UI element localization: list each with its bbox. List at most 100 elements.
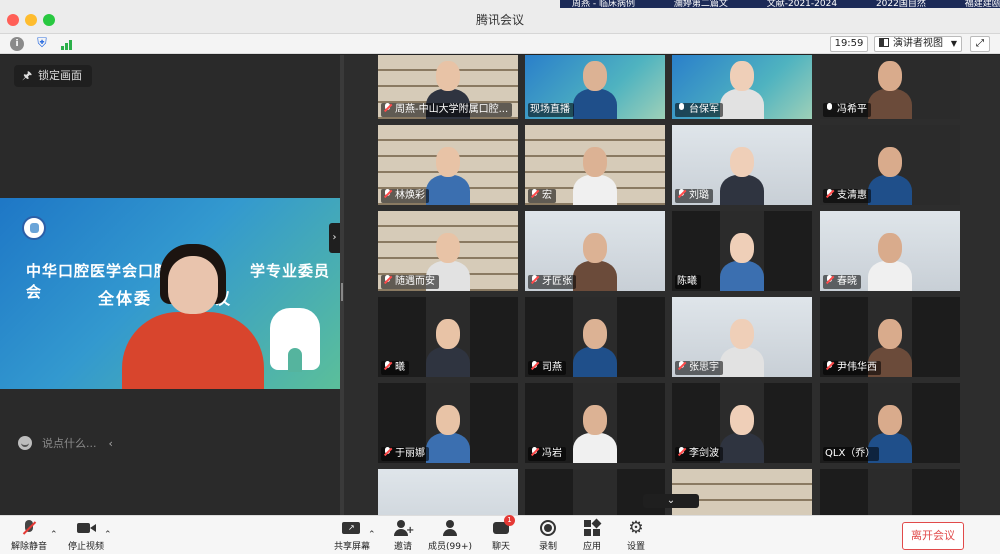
view-mode-dropdown[interactable]: 演讲者视图 ▼ <box>874 36 962 52</box>
participant-tile[interactable]: QLX（乔） <box>820 383 960 463</box>
chat-input[interactable]: 说点什么... ‹ <box>18 436 338 452</box>
scroll-down-button[interactable]: ⌄ <box>643 494 699 508</box>
participant-name: 牙匠张 <box>542 276 572 287</box>
chevron-left-icon[interactable]: ‹ <box>109 437 113 450</box>
shared-content-pane: 🖈 锁定画面 中华口腔医学会口腔学专业委员会 全体委议 说点什么... ‹ <box>0 55 340 515</box>
participant-tile[interactable]: 随遇而安 <box>378 211 518 291</box>
video-options-caret[interactable]: ⌃ <box>104 530 112 540</box>
apps-label: 应用 <box>582 542 601 552</box>
participant-tile[interactable]: 张思宇 <box>672 297 812 377</box>
meeting-toolbar: i ⛨ 19:59 演讲者视图 ▼ ⤢ <box>0 34 1000 54</box>
participant-name: 司燕 <box>542 362 562 373</box>
invite-button[interactable]: + 邀请 <box>390 519 416 553</box>
chat-button[interactable]: 1 聊天 <box>488 515 515 553</box>
chevron-down-icon: ▼ <box>950 39 957 48</box>
participant-tile[interactable]: 牙匠张 <box>525 211 665 291</box>
meeting-window: 腾讯会议 周燕 - 临床病例 瀰婷第二篇文 文献-2021-2024 2022国… <box>0 0 1000 554</box>
muted-mic-icon <box>825 361 834 371</box>
layout-icon <box>879 38 889 47</box>
participant-name-label: 刘璐 <box>675 189 713 203</box>
participant-tile[interactable]: 刘璐 <box>672 125 812 205</box>
invite-label: 邀请 <box>393 542 412 552</box>
participant-tile[interactable]: 冯希平 <box>820 55 960 119</box>
stop-video-button[interactable]: 停止视频 <box>66 519 106 553</box>
members-button[interactable]: 成员(99+) <box>428 519 472 553</box>
background-text: 瀰婷第二篇文 <box>673 0 728 8</box>
participant-tile[interactable]: 司燕 <box>525 297 665 377</box>
participant-name: 支清惠 <box>837 190 867 201</box>
participant-tile[interactable]: 支清惠 <box>820 125 960 205</box>
participant-tile[interactable] <box>672 469 812 515</box>
record-icon <box>539 519 557 537</box>
participant-silhouette <box>866 141 914 205</box>
share-screen-icon: ↗ <box>341 519 361 537</box>
mic-icon <box>825 103 834 113</box>
muted-mic-icon <box>530 189 539 199</box>
settings-button[interactable]: ⚙ 设置 <box>622 519 650 553</box>
participant-silhouette <box>571 227 619 291</box>
participant-name-label: 现场直播 <box>528 103 574 117</box>
collapse-pane-button[interactable]: › <box>329 223 340 253</box>
background-text: 福建建瓯市 <box>964 0 1000 8</box>
participant-name: 张思宇 <box>689 362 719 373</box>
members-icon <box>441 519 459 537</box>
stop-video-label: 停止视频 <box>67 542 104 552</box>
apps-button[interactable]: 应用 <box>578 518 606 553</box>
muted-mic-icon <box>383 275 392 285</box>
participant-name-label: 支清惠 <box>823 189 871 203</box>
tooth-graphic <box>270 308 320 372</box>
participant-tile[interactable] <box>820 469 960 515</box>
video-camera-icon <box>76 519 96 537</box>
participant-tile[interactable]: 春晓 <box>820 211 960 291</box>
fullscreen-button[interactable]: ⤢ <box>970 36 990 52</box>
participant-name: 于丽娜 <box>395 448 425 459</box>
participant-name: 随遇而安 <box>395 276 435 287</box>
muted-mic-icon <box>825 275 834 285</box>
share-options-caret[interactable]: ⌃ <box>368 530 376 540</box>
participant-tile[interactable]: 台保军 <box>672 55 812 119</box>
participant-tile[interactable]: 于丽娜 <box>378 383 518 463</box>
bottom-control-bar: 解除静音 ⌃ 停止视频 ⌃ ↗ 共享屏幕 ⌃ + 邀请 成员(99+) 1 聊天… <box>0 515 1000 554</box>
participant-name-label: 春晓 <box>823 275 861 289</box>
emoji-icon[interactable] <box>18 436 32 450</box>
muted-mic-icon <box>383 361 392 371</box>
participant-name: 周燕-中山大学附属口腔... <box>395 104 509 115</box>
record-button[interactable]: 录制 <box>534 519 562 553</box>
participant-tile[interactable]: 冯岩 <box>525 383 665 463</box>
participant-tile[interactable] <box>525 469 665 515</box>
participant-video <box>573 469 617 515</box>
participant-tile[interactable]: 林焕彩 <box>378 125 518 205</box>
record-label: 录制 <box>538 542 557 552</box>
mic-icon <box>677 103 686 113</box>
lock-screen-button[interactable]: 🖈 锁定画面 <box>14 65 92 87</box>
participant-tile[interactable]: 周燕-中山大学附属口腔... <box>378 55 518 119</box>
chat-placeholder: 说点什么... <box>42 437 97 450</box>
meeting-timer: 19:59 <box>830 36 868 52</box>
participant-tile[interactable]: 宏 <box>525 125 665 205</box>
participant-tile[interactable]: 尹伟华西 <box>820 297 960 377</box>
participant-name-label: 随遇而安 <box>381 275 439 289</box>
muted-mic-icon <box>677 447 686 457</box>
info-icon[interactable]: i <box>10 37 24 51</box>
leave-meeting-button[interactable]: 离开会议 <box>902 522 964 550</box>
participant-name: QLX（乔） <box>825 448 876 459</box>
participant-name-label: 台保军 <box>675 103 723 117</box>
participant-tile[interactable]: 陈曦 <box>672 211 812 291</box>
settings-label: 设置 <box>626 542 645 552</box>
signal-icon[interactable] <box>60 37 74 51</box>
participant-name: 林焕彩 <box>395 190 425 201</box>
participant-name: 冯岩 <box>542 448 562 459</box>
participant-tile[interactable] <box>378 469 518 515</box>
participant-name: 现场直播 <box>530 104 570 115</box>
participant-name: 尹伟华西 <box>837 362 877 373</box>
title-bar: 腾讯会议 周燕 - 临床病例 瀰婷第二篇文 文献-2021-2024 2022国… <box>0 0 1000 34</box>
audio-options-caret[interactable]: ⌃ <box>50 530 58 540</box>
shield-icon[interactable]: ⛨ <box>35 37 49 51</box>
participant-tile[interactable]: 曦 <box>378 297 518 377</box>
unmute-button[interactable]: 解除静音 <box>10 519 48 553</box>
share-screen-button[interactable]: ↗ 共享屏幕 <box>334 519 370 553</box>
participant-silhouette <box>571 313 619 377</box>
participant-tile[interactable]: 李剑波 <box>672 383 812 463</box>
participant-silhouette <box>424 141 472 205</box>
participant-tile[interactable]: 现场直播 <box>525 55 665 119</box>
